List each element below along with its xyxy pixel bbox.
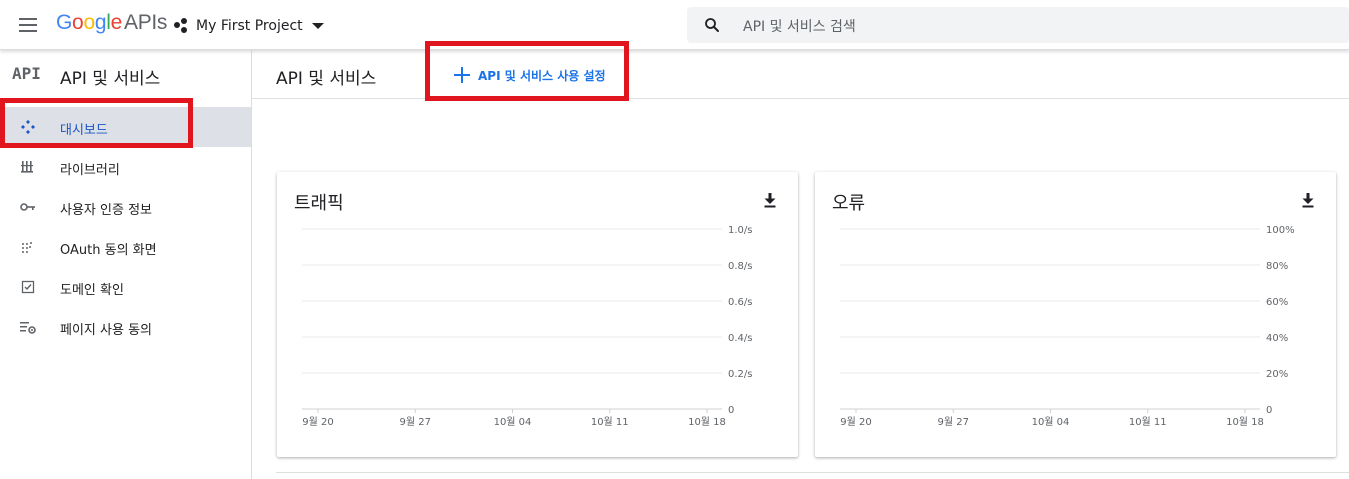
logo-letter: G (56, 11, 73, 34)
sidebar-item-oauth-consent[interactable]: OAuth 동의 화면 (0, 227, 251, 267)
y-tick-label: 0.6/s (728, 297, 752, 308)
main-header: API 및 서비스 API 및 서비스 사용 설정 (252, 51, 1349, 99)
sidebar-item-label: 페이지 사용 동의 (60, 323, 152, 338)
y-tick-label: 0.2/s (728, 369, 752, 380)
logo-letter: o (83, 11, 95, 34)
y-tick-label: 0.8/s (728, 261, 752, 272)
y-tick-label: 100% (1266, 225, 1295, 236)
enable-apis-label: API 및 서비스 사용 설정 (478, 68, 606, 83)
x-tick-label: 9월 20 (302, 416, 333, 428)
y-tick-label: 40% (1266, 333, 1288, 344)
sidebar-item-credentials[interactable]: 사용자 인증 정보 (0, 187, 251, 227)
card-title: 오류 (832, 193, 866, 214)
download-icon[interactable] (760, 190, 780, 210)
google-apis-logo[interactable]: GoogleAPIs (56, 11, 167, 35)
sidebar-item-page-usage-agreements[interactable]: 페이지 사용 동의 (0, 307, 251, 347)
sidebar-item-library[interactable]: 라이브러리 (0, 147, 251, 187)
sidebar-header: API API 및 서비스 (0, 51, 251, 98)
x-tick-label: 9월 20 (840, 416, 871, 428)
y-tick-label: 60% (1266, 297, 1288, 308)
oauth-consent-icon (22, 242, 32, 253)
errors-card: 100% 80% 60% 40% 20% 0 9월 20 9월 27 10월 04 10월 11 1… (815, 172, 1336, 457)
page-title: API 및 서비스 (276, 69, 377, 89)
traffic-card: 1.0/s 0.8/s 0.6/s 0.4/s 0.2/s 0 9월 20 9월 27 10월 … (277, 172, 798, 457)
download-icon[interactable] (1298, 190, 1318, 210)
logo-letter: g (94, 11, 107, 34)
plus-icon (454, 67, 470, 83)
sidebar-title: API 및 서비스 (60, 69, 161, 89)
logo-letter: e (110, 11, 123, 34)
y-tick-label: 0.4/s (728, 333, 752, 344)
sidebar: API API 및 서비스 대시보드 라이브러리 사용자 인증 정보 OAuth… (0, 51, 252, 479)
sidebar-item-label: 사용자 인증 정보 (60, 203, 152, 218)
checkbox-icon (21, 280, 35, 294)
api-logo-mark: API (12, 64, 41, 83)
top-bar: GoogleAPIs My First Project API 및 서비스 검색 (0, 0, 1349, 50)
sidebar-item-label: 라이브러리 (60, 163, 120, 178)
enable-apis-button[interactable]: API 및 서비스 사용 설정 (446, 61, 614, 89)
card-title: 트래픽 (294, 193, 344, 214)
errors-chart: 100% 80% 60% 40% 20% 0 9월 20 9월 27 10월 04 10월 11 1… (840, 225, 1295, 428)
logo-letter: o (72, 11, 84, 34)
settings-list-icon (20, 322, 36, 334)
search-input[interactable]: API 및 서비스 검색 (687, 7, 1349, 43)
divider (276, 472, 1349, 473)
sidebar-item-domain-verification[interactable]: 도메인 확인 (0, 267, 251, 307)
hamburger-menu-icon[interactable] (9, 8, 47, 42)
sidebar-nav: 대시보드 라이브러리 사용자 인증 정보 OAuth 동의 화면 도메인 확인 … (0, 107, 251, 347)
x-tick-label: 10월 11 (591, 416, 629, 428)
sidebar-item-label: 도메인 확인 (60, 283, 124, 298)
search-placeholder: API 및 서비스 검색 (743, 19, 856, 35)
library-icon (21, 161, 33, 173)
traffic-chart: 1.0/s 0.8/s 0.6/s 0.4/s 0.2/s 0 9월 20 9월 27 10월 … (302, 225, 752, 428)
y-tick-label: 0 (728, 405, 734, 416)
sidebar-item-dashboard[interactable]: 대시보드 (0, 107, 251, 147)
x-tick-label: 10월 18 (688, 416, 726, 428)
x-tick-label: 10월 18 (1226, 416, 1264, 428)
x-tick-label: 9월 27 (938, 416, 969, 428)
apis-wordmark: APIs (123, 11, 168, 34)
y-tick-label: 1.0/s (728, 225, 752, 236)
x-tick-label: 10월 11 (1129, 416, 1167, 428)
y-tick-label: 80% (1266, 261, 1288, 272)
sidebar-item-label: 대시보드 (60, 123, 108, 138)
y-tick-label: 20% (1266, 369, 1288, 380)
caret-down-icon (311, 23, 324, 29)
key-icon (20, 203, 35, 211)
x-tick-label: 9월 27 (400, 416, 431, 428)
y-tick-label: 0 (1266, 405, 1272, 416)
project-dots-icon (174, 18, 190, 34)
x-tick-label: 10월 04 (1032, 416, 1070, 428)
x-tick-label: 10월 04 (494, 416, 532, 428)
search-icon (705, 18, 719, 32)
dashboard-icon (21, 120, 35, 134)
project-selector[interactable]: My First Project (174, 14, 324, 38)
sidebar-item-label: OAuth 동의 화면 (60, 243, 157, 258)
google-wordmark: Google (56, 11, 122, 34)
project-name: My First Project (196, 18, 303, 34)
page: GoogleAPIs My First Project API 및 서비스 검색… (0, 0, 1349, 479)
